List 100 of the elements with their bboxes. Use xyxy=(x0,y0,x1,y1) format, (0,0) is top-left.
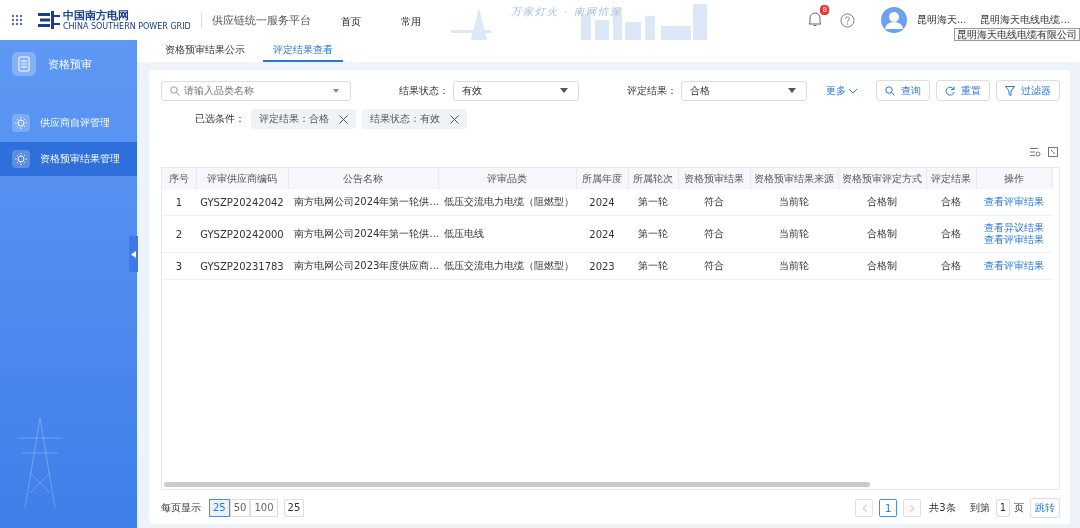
logo-text: 中国南方电网 xyxy=(63,9,130,22)
logo-icon xyxy=(38,11,60,29)
table-cell: 符合 xyxy=(678,189,750,216)
chevron-down-icon xyxy=(848,87,858,94)
reset-button[interactable]: 重置 xyxy=(936,80,990,101)
chevron-right-icon xyxy=(909,504,915,512)
select-field[interactable]: 合格 xyxy=(681,80,807,101)
sidebar-item[interactable]: 供应商自评管理 xyxy=(0,106,137,140)
sidebar-title: 资格预审 xyxy=(48,56,92,72)
action-link[interactable]: 查看评审结果 xyxy=(978,234,1050,246)
refresh-icon xyxy=(945,85,955,96)
table-cell: 3 xyxy=(162,252,196,280)
more-link[interactable]: 更多 xyxy=(826,83,858,98)
caret-icon xyxy=(788,88,796,93)
per-page-label: 每页显示 xyxy=(161,501,201,515)
table-cell: 合格制 xyxy=(838,252,926,280)
column-header: 序号 xyxy=(162,168,196,189)
logo-subtext: CHINA SOUTHERN POWER GRID xyxy=(63,21,191,31)
table-cell: 符合 xyxy=(678,215,750,253)
nav-link[interactable]: 首页 xyxy=(340,15,361,29)
slogan-text: 万家灯火 · 南网情深 xyxy=(510,5,623,19)
column-header: 操作 xyxy=(976,168,1052,189)
table-cell: 当前轮 xyxy=(750,189,838,216)
table-cell: 第一轮 xyxy=(628,189,678,216)
table-cell: 合格 xyxy=(926,215,976,253)
table-cell: 低压交流电力电缆（阻燃型） xyxy=(438,252,576,280)
table-cell: 低压交流电力电缆（阻燃型） xyxy=(438,189,576,216)
nav-link[interactable]: 常用 xyxy=(400,15,421,29)
chevron-left-icon xyxy=(861,504,867,512)
table-cell: 第一轮 xyxy=(628,252,678,280)
column-header: 资格预审评定方式 xyxy=(838,168,926,189)
fullscreen-icon[interactable] xyxy=(1048,147,1058,157)
table-cell: 低压电线 xyxy=(438,215,576,253)
filter-label: 评定结果： xyxy=(627,83,677,98)
user-name[interactable]: 昆明海天... xyxy=(916,13,967,27)
sidebar-item[interactable]: 资格预审结果管理 xyxy=(0,142,137,176)
help-icon[interactable] xyxy=(839,12,855,28)
table-cell: 当前轮 xyxy=(750,215,838,253)
goto-page-input[interactable]: 1 xyxy=(995,499,1010,517)
column-header: 所属轮次 xyxy=(628,168,678,189)
table-cell: 南方电网公司2024年第一轮供... xyxy=(288,189,438,216)
filter-tag: 评定结果：合格 xyxy=(251,109,356,129)
page-size-option[interactable]: 25 xyxy=(209,499,230,517)
close-icon[interactable] xyxy=(450,114,459,124)
table-cell: 合格制 xyxy=(838,189,926,216)
column-header: 评定结果 xyxy=(926,168,976,189)
table-cell: GYSZP20242000 xyxy=(196,215,288,253)
close-icon[interactable] xyxy=(339,114,348,124)
column-settings-icon[interactable] xyxy=(1030,147,1041,157)
table-cell: 2 xyxy=(162,215,196,253)
table-cell: 第一轮 xyxy=(628,215,678,253)
filter-icon xyxy=(1005,85,1015,96)
tab[interactable]: 资格预审结果公示 xyxy=(155,40,255,62)
action-link[interactable]: 查看评审结果 xyxy=(978,196,1050,208)
search-icon xyxy=(885,85,895,96)
scrollbar[interactable] xyxy=(164,482,870,487)
table-cell: 符合 xyxy=(678,252,750,280)
page-unit: 页 xyxy=(1014,501,1024,515)
platform-title: 供应链统一服务平台 xyxy=(200,12,311,28)
caret-icon xyxy=(560,88,568,93)
table-cell: 合格 xyxy=(926,189,976,216)
collapse-handle[interactable] xyxy=(129,236,138,272)
selected-conditions-label: 已选条件： xyxy=(195,112,245,126)
jump-button[interactable]: 跳转 xyxy=(1030,498,1060,518)
action-link[interactable]: 查看评审结果 xyxy=(978,260,1050,272)
table-cell: 合格 xyxy=(926,252,976,280)
clipboard-icon xyxy=(12,52,36,76)
search-button[interactable]: 查询 xyxy=(876,80,930,101)
action-link[interactable]: 查看异议结果 xyxy=(978,222,1050,234)
filter-tag: 结果状态：有效 xyxy=(362,109,467,129)
total-count: 共3条 xyxy=(929,501,956,515)
table-cell: 2024 xyxy=(576,189,628,216)
avatar-icon[interactable] xyxy=(880,7,907,33)
select-field[interactable]: 有效 xyxy=(453,80,579,101)
search-icon xyxy=(170,85,180,96)
table-cell: 2024 xyxy=(576,215,628,253)
table-cell: 当前轮 xyxy=(750,252,838,280)
page-size-input[interactable]: 25 xyxy=(283,499,305,517)
filter-label: 结果状态： xyxy=(399,83,449,98)
apps-grid-icon[interactable] xyxy=(11,14,23,26)
column-header: 评审品类 xyxy=(438,168,576,189)
table-cell: 合格制 xyxy=(838,215,926,253)
table-cell: 2023 xyxy=(576,252,628,280)
tab[interactable]: 评定结果查看 xyxy=(263,40,343,62)
column-header: 资格预审结果来源 xyxy=(750,168,838,189)
table-cell: GYSZP20231783 xyxy=(196,252,288,280)
table-cell: 南方电网公司2024年第一轮供... xyxy=(288,215,438,253)
table-cell: GYSZP20242042 xyxy=(196,189,288,216)
goto-label: 到第 xyxy=(969,501,990,515)
column-header: 资格预审结果 xyxy=(678,168,750,189)
bell-icon[interactable] xyxy=(807,11,822,27)
table-cell: 1 xyxy=(162,189,196,216)
page-size-option[interactable]: 50 xyxy=(229,499,251,517)
caret-icon xyxy=(333,88,339,93)
page-button[interactable]: 1 xyxy=(879,499,898,517)
search-field[interactable]: 请输入品类名称 xyxy=(161,80,351,101)
company-name[interactable]: 昆明海天电线电缆... xyxy=(980,13,1070,27)
caret-icon xyxy=(131,250,136,258)
page-size-option[interactable]: 100 xyxy=(250,499,278,517)
filter-button[interactable]: 过滤器 xyxy=(996,80,1060,101)
